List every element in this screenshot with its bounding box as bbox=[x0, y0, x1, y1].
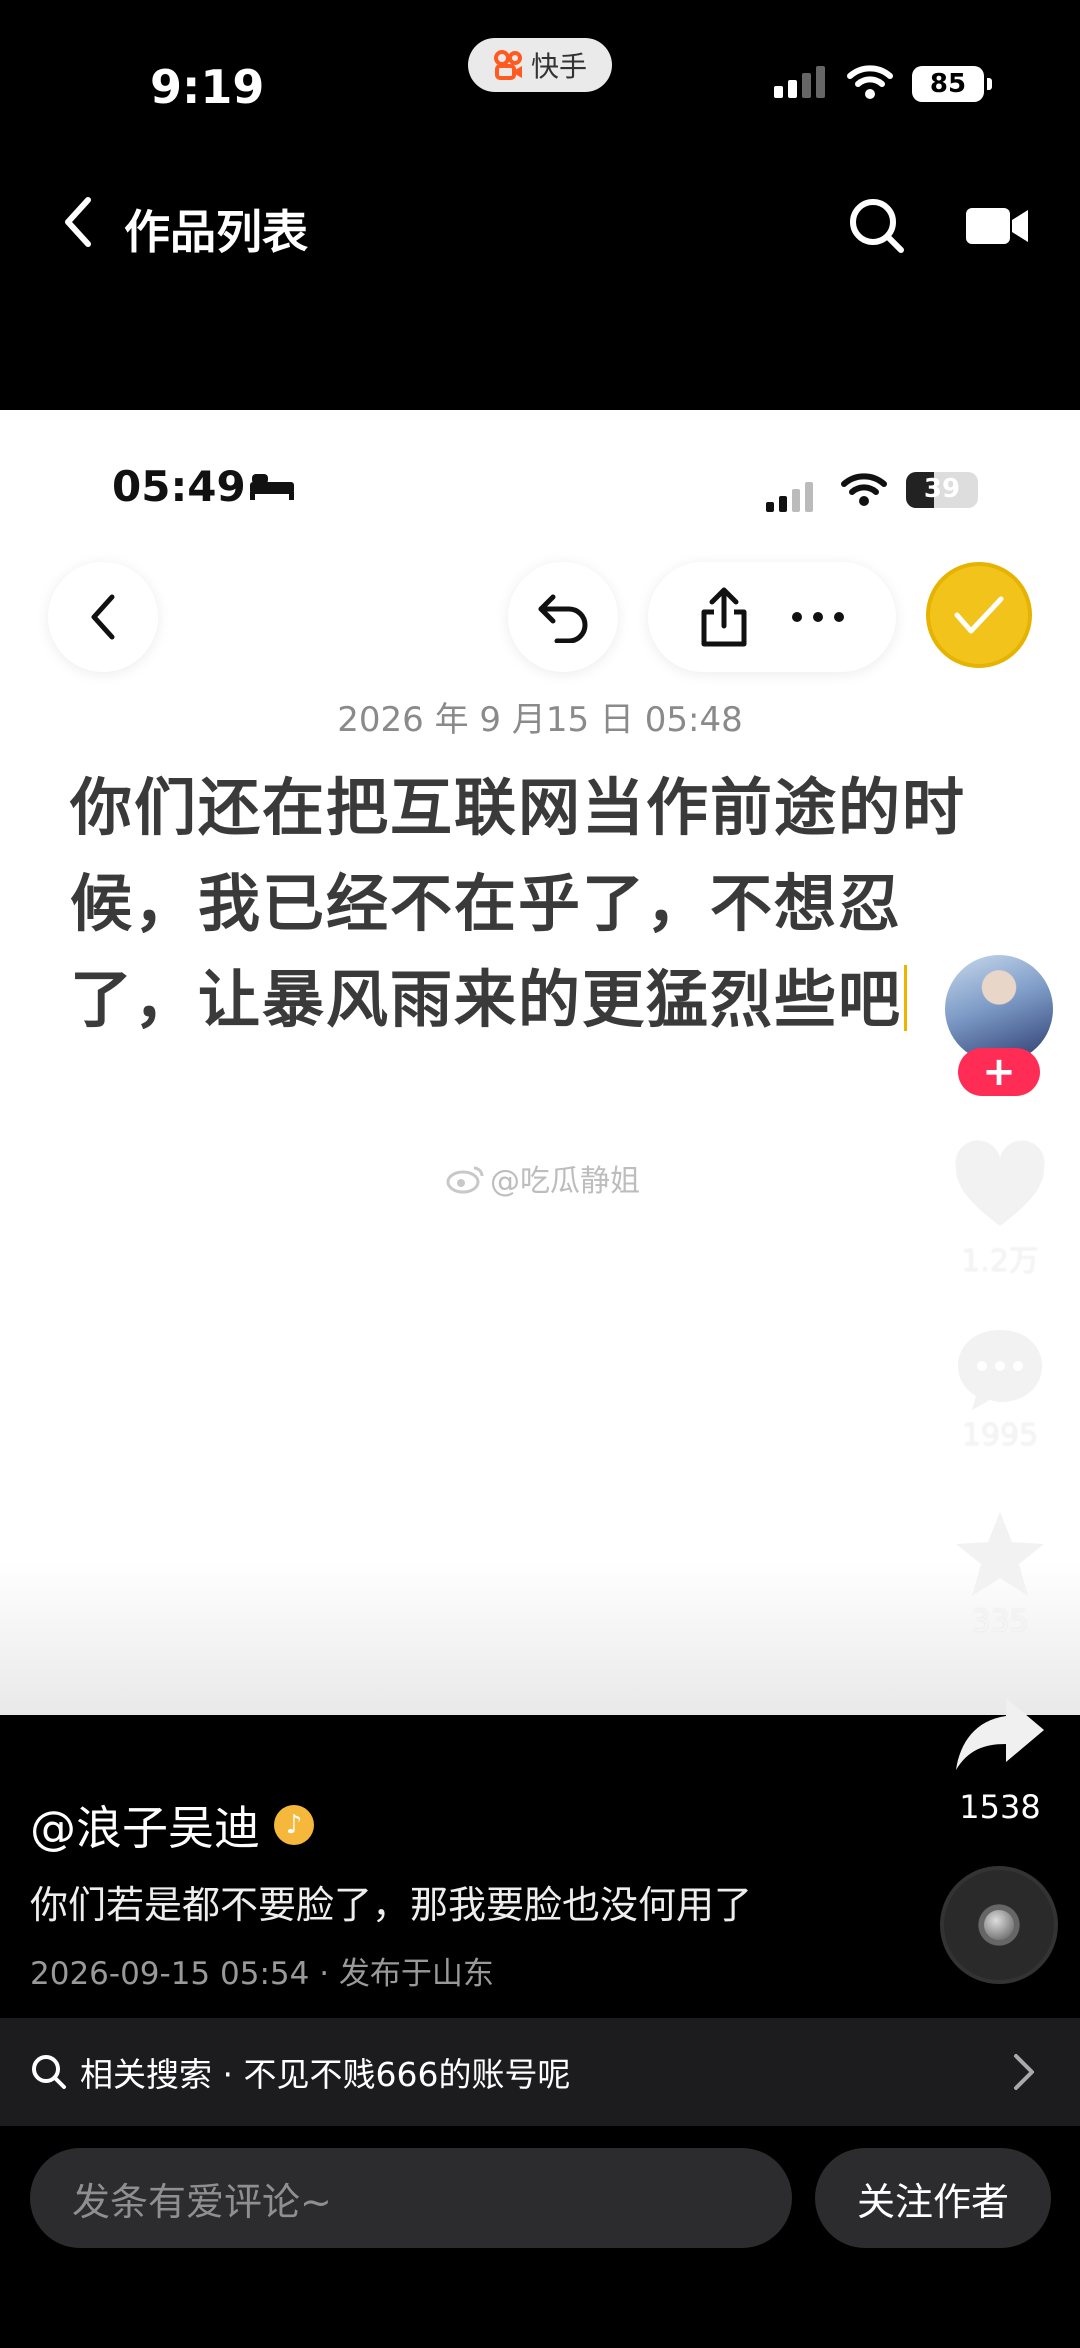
like-button[interactable]: 1.2万 bbox=[940, 1140, 1060, 1280]
note-line: 候，我已经不在乎了，不想忍 bbox=[70, 867, 903, 940]
share-icon bbox=[701, 587, 747, 647]
app-pill-label: 快手 bbox=[530, 50, 587, 83]
post-meta: 2026-09-15 05:54 · 发布于山东 bbox=[30, 1956, 494, 1992]
watermark: @吃瓜静姐 bbox=[446, 1156, 640, 1200]
kuaishou-logo-icon bbox=[493, 49, 525, 81]
comment-input[interactable]: 发条有爱评论~ bbox=[30, 2148, 792, 2248]
search-icon[interactable] bbox=[845, 194, 909, 258]
comment-count: 1995 bbox=[961, 1418, 1039, 1453]
note-back-button bbox=[48, 562, 158, 672]
bed-icon bbox=[250, 474, 294, 500]
note-line: 你们还在把互联网当作前途的时 bbox=[70, 771, 967, 844]
cellular-signal-icon bbox=[774, 66, 825, 98]
inner-battery-label: 39 bbox=[923, 474, 961, 504]
note-toolbar-pill bbox=[648, 562, 896, 672]
comment-bubble-icon bbox=[958, 1330, 1042, 1410]
share-button[interactable]: 1538 bbox=[940, 1690, 1060, 1826]
note-body: 你们还在把互联网当作前途的时 候，我已经不在乎了，不想忍 了，让暴风雨来的更猛烈… bbox=[70, 760, 1010, 1048]
author-name[interactable]: @浪子吴迪 ♪ bbox=[30, 1792, 314, 1858]
inner-signal-icon bbox=[766, 482, 813, 512]
weibo-icon bbox=[446, 1166, 484, 1194]
follow-author-button[interactable]: 关注作者 bbox=[815, 2148, 1051, 2248]
related-search-bar[interactable]: 相关搜索 · 不见不贱666的账号呢 bbox=[0, 2018, 1080, 2126]
back-button[interactable] bbox=[48, 192, 108, 252]
camera-icon[interactable] bbox=[964, 202, 1030, 250]
chevron-left-icon bbox=[65, 197, 91, 247]
wifi-icon bbox=[847, 65, 893, 99]
note-line: 了，让暴风雨来的更猛烈些吧 bbox=[70, 963, 903, 1036]
note-done-button bbox=[926, 562, 1032, 668]
favorite-count: 335 bbox=[971, 1604, 1029, 1639]
related-search-label: 相关搜索 · 不见不贱666的账号呢 bbox=[80, 2055, 571, 2094]
music-disc[interactable] bbox=[940, 1866, 1058, 1984]
star-icon bbox=[956, 1512, 1044, 1596]
favorite-button[interactable]: 335 bbox=[940, 1508, 1060, 1639]
inner-battery-indicator: 39 bbox=[906, 472, 978, 508]
search-icon bbox=[32, 2055, 66, 2089]
more-icon bbox=[792, 612, 844, 622]
note-undo-button bbox=[508, 562, 618, 672]
checkmark-icon bbox=[954, 596, 1004, 634]
os-status-bar: 9:19 快手 85 bbox=[0, 0, 1080, 150]
watermark-text: @吃瓜静姐 bbox=[490, 1164, 640, 1199]
inner-wifi-icon bbox=[841, 473, 887, 506]
follow-plus-button[interactable]: + bbox=[958, 1048, 1040, 1096]
text-caret bbox=[904, 965, 908, 1031]
author-handle: @浪子吴迪 bbox=[30, 1801, 260, 1855]
like-count: 1.2万 bbox=[961, 1244, 1039, 1279]
share-arrow-icon bbox=[956, 1698, 1044, 1770]
chevron-left-icon bbox=[91, 594, 115, 640]
music-note-icon: ♪ bbox=[274, 1805, 314, 1845]
outer-nav-bar: 作品列表 bbox=[0, 180, 1080, 270]
heart-icon bbox=[955, 1140, 1045, 1226]
post-caption: 你们若是都不要脸了，那我要脸也没何用了 bbox=[30, 1883, 753, 1927]
kuaishou-app-pill[interactable]: 快手 bbox=[468, 38, 612, 92]
os-time: 9:19 bbox=[150, 60, 265, 114]
post-image: 05:49 39 2026 年 9 月15 日 05:48 你们还在把互联网当作… bbox=[0, 410, 1080, 1715]
chevron-right-icon bbox=[1014, 2054, 1034, 2090]
note-line-last: 了，让暴风雨来的更猛烈些吧 bbox=[70, 952, 1010, 1048]
page-title: 作品列表 bbox=[124, 205, 308, 259]
note-date: 2026 年 9 月15 日 05:48 bbox=[337, 700, 743, 740]
inner-status-time: 05:49 bbox=[112, 462, 246, 511]
undo-icon bbox=[538, 594, 588, 643]
comment-button[interactable]: 1995 bbox=[940, 1322, 1060, 1453]
share-count: 1538 bbox=[959, 1788, 1041, 1826]
battery-indicator: 85 bbox=[912, 66, 992, 102]
